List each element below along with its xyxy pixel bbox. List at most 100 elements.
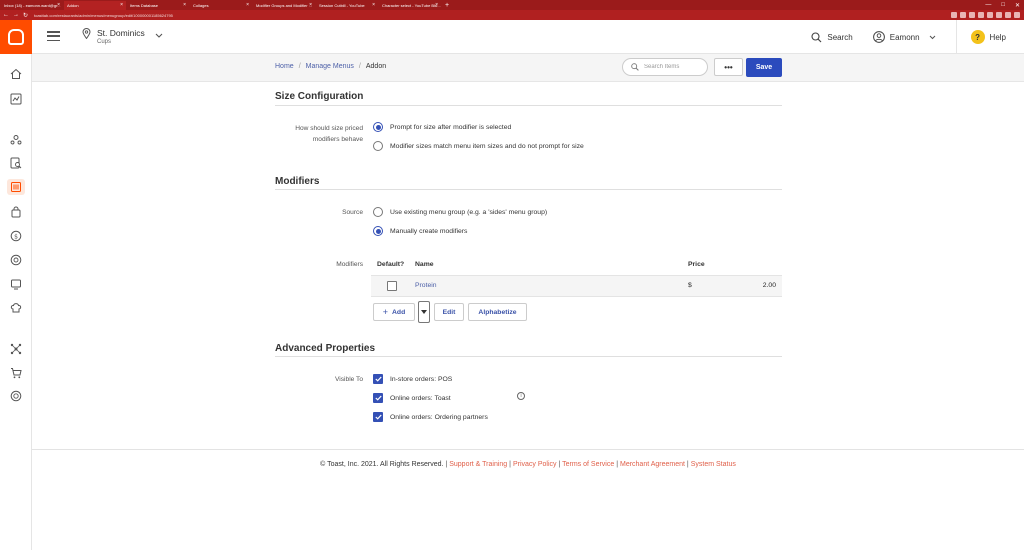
add-label: Add (392, 308, 406, 316)
modifier-name-link[interactable]: Protein (415, 282, 437, 289)
footer-link-merchant[interactable]: Merchant Agreement (620, 461, 685, 468)
browser-tab[interactable]: Modifier Groups and Modifier ... × (253, 1, 315, 10)
source-option-label: Use existing menu group (e.g. a 'sides' … (390, 208, 548, 216)
url-field[interactable]: toasttab.com/restaurants/admin/menus/men… (34, 13, 173, 18)
browser-tab[interactable]: Session Cutbill - YouTube × (316, 1, 378, 10)
size-option-match[interactable]: Modifier sizes match menu item sizes and… (373, 141, 584, 151)
extension-icon[interactable] (1014, 12, 1020, 18)
size-option-prompt[interactable]: Prompt for size after modifier is select… (373, 122, 511, 132)
modifiers-table-header: Default? Name Price (371, 257, 782, 273)
close-icon[interactable]: × (435, 2, 438, 8)
breadcrumb-manage-menus[interactable]: Manage Menus (306, 63, 354, 70)
visibility-option-partners[interactable]: Online orders: Ordering partners (373, 412, 488, 422)
browser-tab[interactable]: Inbox (18) - eamonn.ward@gr... × (1, 1, 63, 10)
location-selector[interactable]: St. Dominics Cups (82, 28, 163, 45)
close-window-icon[interactable]: ✕ (1015, 2, 1020, 9)
default-checkbox[interactable] (387, 281, 397, 291)
browser-tab-active[interactable]: Addon × (64, 0, 126, 10)
extension-icon[interactable] (978, 12, 984, 18)
close-icon[interactable]: × (183, 2, 186, 8)
footer-separator: | (616, 461, 619, 468)
minimize-icon[interactable]: — (985, 2, 991, 8)
alphabetize-button[interactable]: Alphabetize (468, 303, 527, 321)
close-icon[interactable]: × (246, 2, 249, 8)
extension-icon[interactable] (1005, 12, 1011, 18)
radio-selected[interactable] (373, 122, 383, 132)
browser-tab-label: Inbox (18) - eamonn.ward@gr... (4, 2, 61, 8)
shopping-bag-icon[interactable] (7, 204, 25, 220)
edit-button[interactable]: Edit (434, 303, 464, 321)
menus-icon[interactable] (7, 179, 25, 195)
footer-separator: | (558, 461, 561, 468)
footer-link-support[interactable]: Support & Training (449, 461, 507, 468)
size-config-title: Size Configuration (275, 91, 364, 102)
visibility-option-label: Online orders: Ordering partners (390, 413, 488, 421)
back-icon[interactable]: ← (3, 12, 9, 19)
extension-icon[interactable] (951, 12, 957, 18)
radio-selected[interactable] (373, 226, 383, 236)
menu-icon[interactable] (47, 31, 60, 41)
save-button[interactable]: Save (746, 58, 782, 77)
integrations-icon[interactable] (7, 341, 25, 357)
footer: © Toast, Inc. 2021. All Rights Reserved.… (32, 461, 1024, 468)
add-modifier-button[interactable]: + Add (373, 303, 415, 321)
kitchen-display-icon[interactable] (7, 276, 25, 292)
cart-icon[interactable] (7, 365, 25, 381)
reload-icon[interactable]: ↻ (23, 12, 28, 19)
maximize-icon[interactable]: □ (1001, 2, 1005, 8)
header-search-button[interactable]: Search (811, 31, 853, 43)
payments-icon[interactable]: $ (7, 228, 25, 244)
browser-tab[interactable]: Collages × (190, 1, 252, 10)
search-icon (811, 31, 822, 42)
modifiers-title: Modifiers (275, 176, 320, 187)
extension-icon[interactable] (969, 12, 975, 18)
source-option-manual[interactable]: Manually create modifiers (373, 226, 467, 236)
browser-tab-strip: Inbox (18) - eamonn.ward@gr... × Addon × I… (0, 0, 1024, 10)
user-menu[interactable]: Eamonn (872, 31, 936, 43)
browser-tab[interactable]: Character select - YouTube Blu... × (379, 1, 441, 10)
extension-icon[interactable] (996, 12, 1002, 18)
footer-divider (32, 449, 1024, 450)
help-button[interactable]: ? Help (970, 30, 1006, 44)
menu-search-icon[interactable] (7, 155, 25, 171)
more-options-button[interactable]: ••• (714, 58, 743, 76)
visibility-option-pos[interactable]: In-store orders: POS (373, 374, 452, 384)
footer-link-privacy[interactable]: Privacy Policy (513, 461, 557, 468)
check-icon (374, 376, 382, 382)
checkbox-checked[interactable] (373, 393, 383, 403)
close-icon[interactable]: × (372, 2, 375, 8)
forward-icon[interactable]: → (13, 12, 19, 19)
extension-icon[interactable] (960, 12, 966, 18)
reports-icon[interactable] (7, 91, 25, 107)
checkbox-checked[interactable] (373, 374, 383, 384)
location-subtitle: Cups (97, 39, 112, 45)
info-icon[interactable]: i (517, 392, 525, 400)
modifiers-table-label: Modifiers (336, 261, 363, 268)
source-option-existing[interactable]: Use existing menu group (e.g. a 'sides' … (373, 207, 547, 217)
marketing-icon[interactable] (7, 252, 25, 268)
home-icon[interactable] (7, 66, 25, 82)
column-price: Price (688, 261, 705, 268)
breadcrumb-home[interactable]: Home (275, 63, 294, 70)
close-icon[interactable]: × (57, 2, 60, 8)
visibility-option-toast[interactable]: Online orders: Toast (373, 393, 451, 403)
breadcrumb-separator: / (298, 63, 301, 70)
footer-link-status[interactable]: System Status (691, 461, 736, 468)
browser-tab[interactable]: Items Database × (127, 1, 189, 10)
item-search[interactable] (622, 58, 708, 76)
footer-link-terms[interactable]: Terms of Service (562, 461, 614, 468)
modifier-price: 2.00 (762, 282, 776, 289)
employees-icon[interactable] (7, 132, 25, 148)
chef-hat-icon[interactable] (7, 300, 25, 316)
checkbox-checked[interactable] (373, 412, 383, 422)
extension-icon[interactable] (987, 12, 993, 18)
close-icon[interactable]: × (309, 2, 312, 8)
toast-logo[interactable] (0, 20, 32, 54)
settings-icon[interactable] (7, 388, 25, 404)
close-icon[interactable]: × (120, 2, 123, 8)
radio-unselected[interactable] (373, 207, 383, 217)
new-tab-button[interactable]: + (442, 1, 452, 10)
add-dropdown-button[interactable] (418, 301, 430, 323)
search-items-input[interactable] (644, 64, 704, 70)
radio-unselected[interactable] (373, 141, 383, 151)
